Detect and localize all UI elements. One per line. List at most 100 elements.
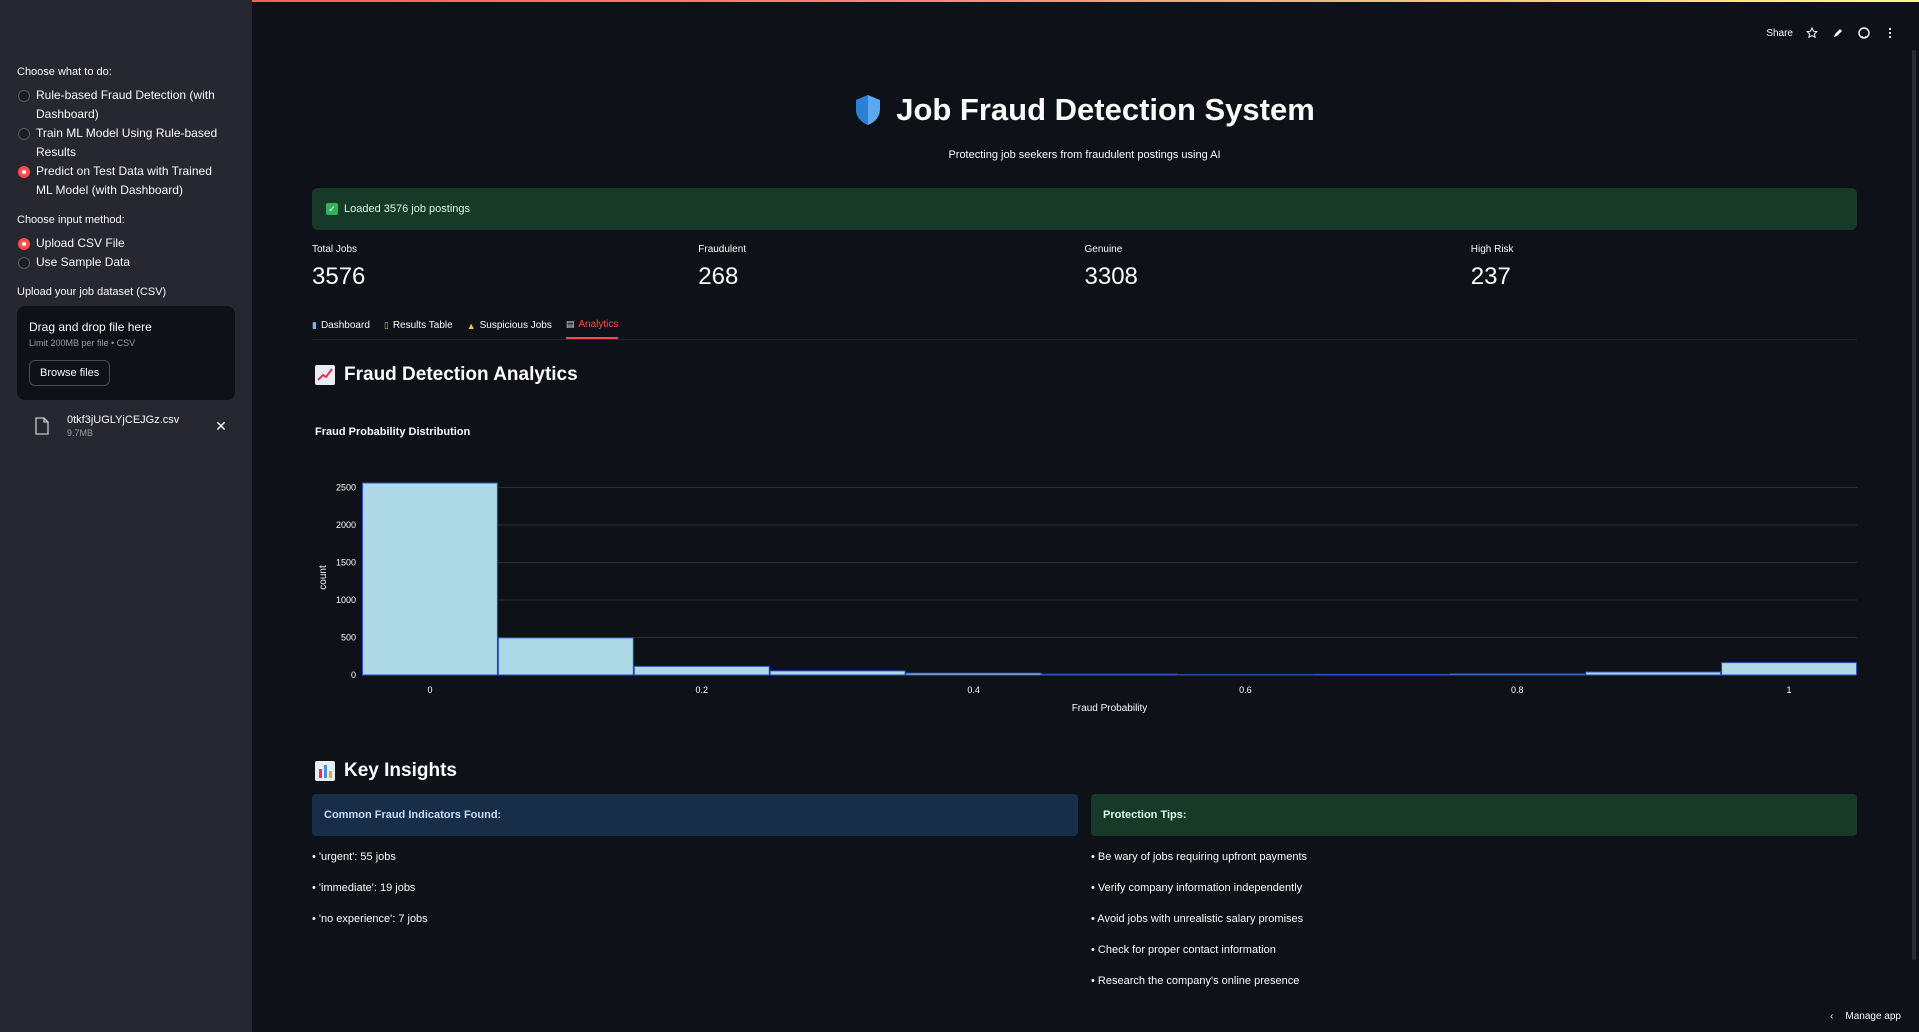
bar-chart-icon (315, 761, 335, 781)
warning-icon: ▲ (466, 320, 476, 331)
radio-label: Upload CSV File (36, 236, 125, 250)
metrics-row: Total Jobs 3576 Fraudulent 268 Genuine 3… (312, 244, 1857, 291)
analytics-heading: Fraud Detection Analytics (314, 364, 578, 386)
y-tick-label: 2000 (336, 520, 356, 530)
dropzone-title: Drag and drop file here (29, 320, 152, 334)
checkmark-icon: ✓ (326, 203, 338, 215)
bar-chart-icon: ▮ (312, 320, 317, 330)
histogram-bar (1313, 673, 1450, 676)
x-tick-label: 0.4 (967, 685, 980, 695)
task-radio-group: Rule-based Fraud Detection (with Dashboa… (17, 86, 235, 200)
x-axis-label: Fraud Probability (1072, 703, 1148, 714)
analytics-title: Fraud Detection Analytics (344, 364, 578, 385)
x-tick-label: 0 (427, 685, 432, 695)
x-tick-label: 1 (1787, 685, 1792, 695)
list-item: • 'no experience': 7 jobs (312, 913, 428, 925)
radio-upload-csv[interactable]: Upload CSV File (17, 234, 235, 253)
chevron-left-icon: ‹ (1830, 1011, 1834, 1022)
y-tick-label: 1000 (336, 595, 356, 605)
metric-value: 268 (698, 263, 739, 290)
histogram-bar (362, 482, 498, 676)
tab-label: Results Table (392, 320, 453, 331)
metric-label: High Risk (1470, 244, 1514, 255)
radio-label: Train ML Model Using Rule-based Results (36, 126, 218, 159)
radio-predict-test[interactable]: Predict on Test Data with Trained ML Mod… (17, 162, 235, 200)
list-item: • Check for proper contact information (1091, 944, 1276, 956)
list-item: • Research the company's online presence (1091, 975, 1300, 987)
share-button[interactable]: Share (1766, 28, 1793, 39)
metric-value: 3576 (312, 263, 366, 290)
histogram-svg: 0 500 1000 1500 2000 2500 0 0.2 0.4 0.6 0.8 1 Fraud … (318, 482, 1858, 714)
tab-suspicious-jobs[interactable]: ▲ Suspicious Jobs (467, 314, 552, 339)
tab-analytics[interactable]: ▤ Analytics (565, 314, 619, 339)
file-icon (35, 417, 49, 435)
insights-heading: Key Insights (314, 760, 457, 782)
tab-results-table[interactable]: ▯ Results Table (384, 314, 453, 339)
histogram-bar (1721, 662, 1858, 676)
tab-label: Dashboard (320, 320, 370, 331)
radio-rule-based[interactable]: Rule-based Fraud Detection (with Dashboa… (17, 86, 235, 124)
github-icon[interactable] (1857, 26, 1871, 40)
task-label: Choose what to do: (17, 66, 112, 78)
radio-sample-data[interactable]: Use Sample Data (17, 253, 235, 272)
histogram-chart: 0 500 1000 1500 2000 2500 0 0.2 0.4 0.6 0.8 1 Fraud … (312, 470, 1858, 720)
insights-title: Key Insights (344, 760, 457, 781)
browse-files-button[interactable]: Browse files (29, 360, 111, 386)
input-radio-group: Upload CSV File Use Sample Data (17, 234, 235, 272)
histogram-bar (1449, 673, 1586, 676)
chart-title: Fraud Probability Distribution (315, 426, 471, 438)
tab-label: Analytics (578, 319, 619, 330)
radio-label: Rule-based Fraud Detection (with Dashboa… (36, 88, 215, 121)
manage-app-label: Manage app (1845, 1011, 1901, 1022)
tab-bar: ▮ Dashboard ▯ Results Table ▲ Suspicious… (312, 314, 1857, 340)
page-title-text: Job Fraud Detection System (896, 92, 1315, 127)
file-size: 9.7MB (67, 428, 94, 438)
app-toolbar: Share (1766, 26, 1897, 40)
radio-label: Predict on Test Data with Trained ML Mod… (36, 164, 212, 197)
tab-dashboard[interactable]: ▮ Dashboard (312, 314, 370, 339)
file-dropzone[interactable]: Drag and drop file here Limit 200MB per … (17, 306, 235, 400)
file-name: 0tkf3jUGLYjCEJGz.csv (67, 414, 180, 426)
page-title: Job Fraud Detection System (312, 92, 1857, 128)
x-tick-label: 0.6 (1239, 685, 1252, 695)
success-alert: ✓ Loaded 3576 job postings (312, 188, 1857, 230)
metric-label: Fraudulent (698, 244, 747, 255)
tab-label: Suspicious Jobs (479, 320, 552, 331)
x-tick-label: 0.8 (1511, 685, 1524, 695)
fraud-indicators-box: Common Fraud Indicators Found: (312, 794, 1078, 836)
metric-value: 3308 (1084, 263, 1138, 290)
list-item: • 'immediate': 19 jobs (312, 882, 416, 894)
edit-icon[interactable] (1831, 26, 1845, 40)
metric-value: 237 (1470, 263, 1511, 290)
sidebar: Choose what to do: Rule-based Fraud Dete… (0, 0, 252, 1032)
scrollbar[interactable] (1912, 50, 1916, 960)
radio-train-ml[interactable]: Train ML Model Using Rule-based Results (17, 124, 235, 162)
radio-selected-icon (18, 166, 30, 178)
histogram-bar (905, 672, 1042, 676)
list-item: • Be wary of jobs requiring upfront paym… (1091, 851, 1308, 863)
y-tick-label: 0 (351, 670, 356, 680)
more-menu-icon[interactable] (1883, 26, 1897, 40)
histogram-bar (1585, 671, 1722, 676)
radio-label: Use Sample Data (36, 255, 131, 269)
line-chart-icon: ▤ (565, 319, 575, 329)
y-tick-label: 2500 (336, 483, 356, 493)
y-tick-label: 500 (341, 633, 356, 643)
page-subtitle: Protecting job seekers from fraudulent p… (948, 149, 1221, 161)
star-icon[interactable] (1805, 26, 1819, 40)
upload-label: Upload your job dataset (CSV) (17, 286, 167, 298)
histogram-bar (1041, 673, 1178, 676)
metric-high-risk: High Risk 237 (1471, 244, 1857, 291)
uploaded-file: 0tkf3jUGLYjCEJGz.csv 9.7MB ✕ (17, 414, 235, 438)
protection-tips-box: Protection Tips: (1091, 794, 1857, 836)
histogram-bar (769, 670, 906, 676)
indicator-list: • 'urgent': 55 jobs • 'immediate': 19 jo… (312, 851, 428, 944)
alert-text: Loaded 3576 job postings (344, 203, 470, 215)
metric-label: Total Jobs (312, 244, 358, 255)
list-item: • Avoid jobs with unrealistic salary pro… (1091, 913, 1304, 925)
remove-file-icon[interactable]: ✕ (211, 418, 231, 435)
manage-app-button[interactable]: ‹ Manage app (1830, 1011, 1901, 1022)
x-tick-label: 0.2 (696, 685, 709, 695)
y-axis-label: count (318, 565, 329, 590)
chart-increasing-icon (315, 365, 335, 385)
